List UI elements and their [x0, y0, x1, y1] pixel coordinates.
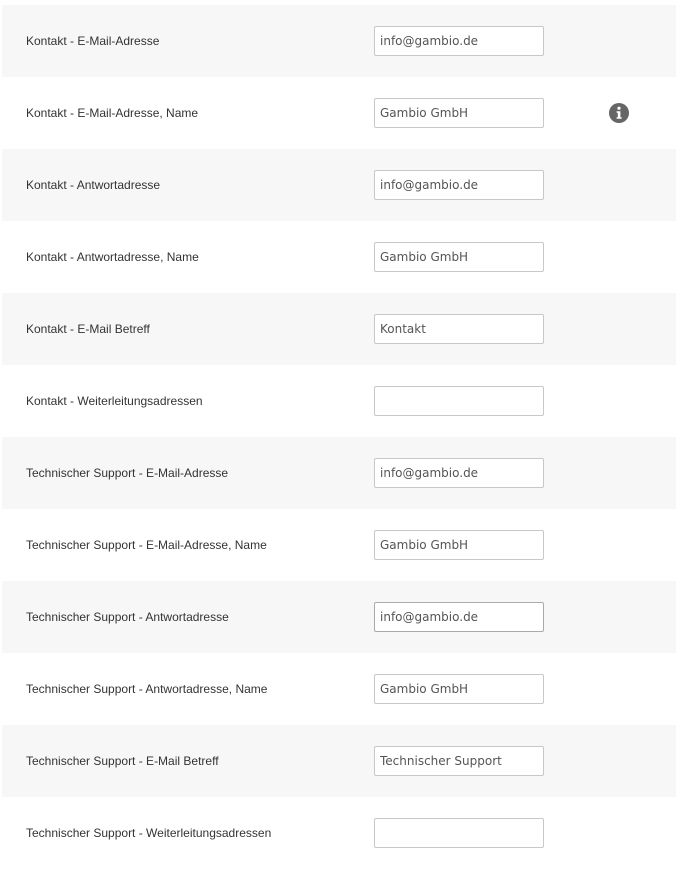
setting-label: Kontakt - E-Mail-Adresse, Name [26, 106, 199, 120]
setting-row-support-email: Technischer Support - E-Mail-Adresse [2, 437, 676, 509]
contact-email-name-input[interactable] [374, 98, 544, 128]
setting-row-support-reply-address: Technischer Support - Antwortadresse [2, 581, 676, 653]
setting-label: Technischer Support - E-Mail-Adresse [26, 466, 229, 480]
setting-row-support-forwarding: Technischer Support - Weiterleitungsadre… [2, 797, 676, 869]
contact-forwarding-input[interactable] [374, 386, 544, 416]
email-settings-list: Kontakt - E-Mail-Adresse Kontakt - E-Mai… [2, 5, 676, 869]
setting-row-contact-reply-name: Kontakt - Antwortadresse, Name [2, 221, 676, 293]
contact-subject-input[interactable] [374, 314, 544, 344]
contact-reply-name-input[interactable] [374, 242, 544, 272]
support-forwarding-input[interactable] [374, 818, 544, 848]
setting-label: Technischer Support - Antwortadresse, Na… [26, 682, 268, 696]
setting-row-contact-email: Kontakt - E-Mail-Adresse [2, 5, 676, 77]
contact-email-input[interactable] [374, 26, 544, 56]
setting-row-contact-email-name: Kontakt - E-Mail-Adresse, Name [2, 77, 676, 149]
setting-row-support-subject: Technischer Support - E-Mail Betreff [2, 725, 676, 797]
setting-row-contact-reply-address: Kontakt - Antwortadresse [2, 149, 676, 221]
setting-row-contact-subject: Kontakt - E-Mail Betreff [2, 293, 676, 365]
contact-reply-address-input[interactable] [374, 170, 544, 200]
setting-label: Kontakt - E-Mail Betreff [26, 322, 150, 336]
setting-label: Kontakt - Antwortadresse, Name [26, 250, 199, 264]
setting-label: Technischer Support - Weiterleitungsadre… [26, 826, 272, 840]
setting-label: Kontakt - Antwortadresse [26, 178, 161, 192]
support-email-name-input[interactable] [374, 530, 544, 560]
support-subject-input[interactable] [374, 746, 544, 776]
support-reply-address-input[interactable] [374, 602, 544, 632]
setting-label: Technischer Support - E-Mail-Adresse, Na… [26, 538, 267, 552]
setting-row-support-reply-name: Technischer Support - Antwortadresse, Na… [2, 653, 676, 725]
setting-label: Kontakt - E-Mail-Adresse [26, 34, 160, 48]
setting-row-contact-forwarding: Kontakt - Weiterleitungsadressen [2, 365, 676, 437]
setting-label: Technischer Support - E-Mail Betreff [26, 754, 219, 768]
setting-label: Kontakt - Weiterleitungsadressen [26, 394, 203, 408]
support-reply-name-input[interactable] [374, 674, 544, 704]
setting-row-support-email-name: Technischer Support - E-Mail-Adresse, Na… [2, 509, 676, 581]
setting-label: Technischer Support - Antwortadresse [26, 610, 229, 624]
info-circle-icon[interactable] [608, 102, 630, 124]
support-email-input[interactable] [374, 458, 544, 488]
